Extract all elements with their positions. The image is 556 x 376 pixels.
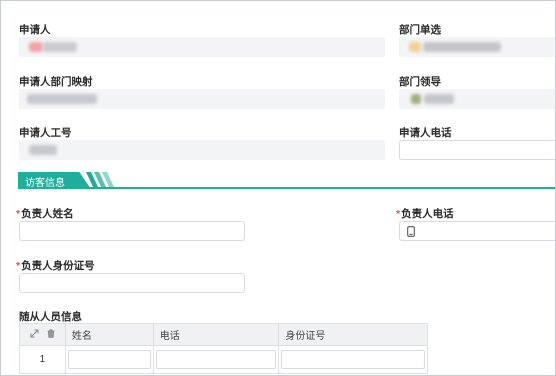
row-phone-cell [152, 345, 280, 374]
row-id-cell [278, 345, 428, 374]
companion-phone-input[interactable] [155, 350, 277, 369]
table-actions-header [19, 323, 66, 346]
employee-id-blurred-value [29, 145, 57, 155]
visitor-info-section-header: 访客信息 [18, 172, 555, 189]
leader-blurred-value-2 [424, 94, 454, 104]
dept-leader-field [399, 89, 555, 109]
applicant-dept-mapping-field [19, 89, 385, 109]
column-header-phone: 电话 [152, 323, 280, 346]
applicant-field [19, 37, 385, 57]
column-header-name: 姓名 [64, 323, 154, 346]
companions-label: 随从人员信息 [19, 311, 82, 323]
owner-phone-input[interactable] [399, 221, 555, 241]
required-mark: * [16, 260, 21, 272]
owner-phone-label-text: 负责人电话 [401, 208, 454, 220]
row-name-cell [64, 345, 154, 374]
trash-icon[interactable] [47, 328, 55, 341]
required-mark: * [16, 208, 21, 220]
applicant-dept-mapping-label: 申请人部门映射 [19, 76, 93, 88]
required-mark: * [396, 208, 401, 220]
owner-name-input[interactable] [19, 221, 245, 241]
owner-name-label-text: 负责人姓名 [21, 208, 74, 220]
owner-id-input[interactable] [19, 273, 245, 293]
table-header-row: 姓名 电话 身份证号 [19, 323, 428, 346]
section-title: 访客信息 [25, 178, 65, 189]
applicant-employee-id-field [19, 140, 385, 160]
leader-blurred-value [411, 94, 421, 104]
applicant-label: 申请人 [19, 24, 51, 36]
row-index: 1 [19, 345, 66, 374]
expand-icon[interactable] [30, 329, 39, 341]
applicant-phone-input[interactable] [399, 140, 555, 160]
companion-id-input[interactable] [281, 350, 425, 369]
dept-select-label: 部门单选 [399, 24, 441, 36]
applicant-phone-label: 申请人电话 [399, 127, 452, 139]
owner-id-label: *负责人身份证号 [16, 258, 95, 273]
applicant-blurred-value-2 [43, 42, 77, 52]
dept-blurred-value-2 [423, 42, 501, 52]
table-row: 1 [19, 345, 428, 374]
owner-phone-label: *负责人电话 [396, 206, 454, 221]
owner-name-label: *负责人姓名 [16, 206, 74, 221]
applicant-employee-id-label: 申请人工号 [19, 127, 72, 139]
mapping-blurred-value [27, 94, 97, 104]
applicant-blurred-value [29, 42, 43, 52]
companions-table: 姓名 电话 身份证号 1 [19, 323, 428, 374]
section-tab: 访客信息 [18, 172, 91, 189]
dept-blurred-value [409, 42, 421, 52]
owner-id-label-text: 负责人身份证号 [21, 260, 95, 272]
companion-name-input[interactable] [67, 350, 151, 369]
dept-leader-label: 部门领导 [399, 76, 441, 88]
column-header-id-number: 身份证号 [278, 323, 428, 346]
form-frame: 申请人 部门单选 申请人部门映射 部门领导 申请人工号 申请人电话 访客信息 *… [0, 0, 556, 376]
dept-select-field [399, 37, 555, 57]
phone-icon [407, 226, 415, 237]
